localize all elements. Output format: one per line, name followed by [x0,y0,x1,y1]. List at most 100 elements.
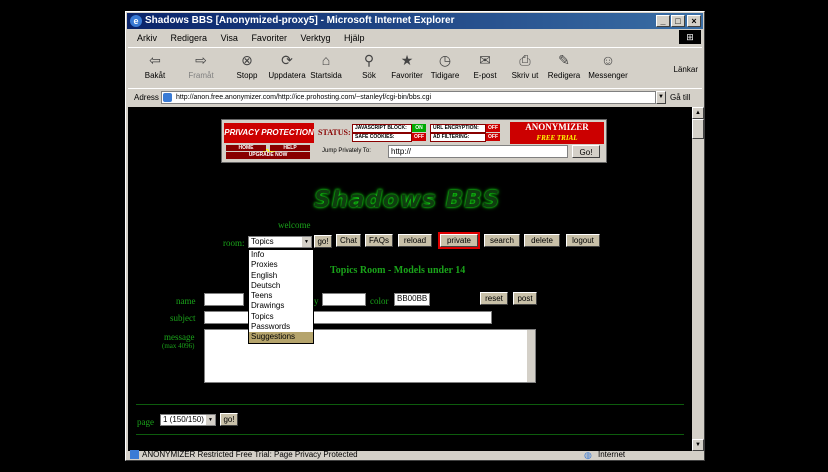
js-block-label: JAVASCRIPT BLOCK: [352,124,412,133]
email-input[interactable] [322,293,366,306]
jump-input[interactable]: http:// [388,145,568,158]
chevron-down-icon: ▼ [206,415,215,425]
divider [136,434,684,435]
back-icon: ⇦ [149,52,161,68]
zone-text: Internet [598,450,626,459]
room-option-teens[interactable]: Teens [249,291,313,301]
email-label: y [314,296,319,306]
js-block-state: ON [412,124,426,132]
back-button[interactable]: ⇦ Bakåt [132,50,178,86]
banner-home-button[interactable]: HOME [226,145,266,151]
globe-icon: ◍ [584,450,592,460]
mail-icon: ✉ [479,52,491,68]
ie-logo-icon: e [130,15,142,27]
anonymizer-logo[interactable]: ANONYMIZER FREE TRIAL [510,122,604,144]
ad-state: OFF [486,133,500,141]
edit-button[interactable]: ✎ Redigera [541,50,587,86]
jump-go-button[interactable]: Go! [572,145,600,158]
print-icon: ⎙ [519,52,531,68]
room-option-suggestions[interactable]: Suggestions [249,332,313,343]
toolbar: ⇦ Bakåt ⇨ Framåt ⊗ Stopp ⟳ Uppdatera ⌂ Starts… [128,47,702,89]
url-encryption-label: URL ENCRYPTION: [430,124,486,133]
page-select[interactable]: 1 (150/150) ▼ [160,414,216,426]
chat-button[interactable]: Chat [336,234,361,247]
room-option-english[interactable]: English [249,271,313,281]
close-button[interactable]: × [687,15,701,27]
delete-button[interactable]: delete [524,234,560,247]
room-select[interactable]: Topics ▼ [248,236,312,248]
privacy-protection-badge: PRIVACY PROTECTION ON [224,123,314,157]
messenger-icon: ☺ [600,52,616,68]
window-title: Shadows BBS [Anonymized-proxy5] - Micros… [145,15,455,26]
scroll-thumb[interactable] [692,119,704,139]
search-icon: ⚲ [363,52,375,68]
room-option-proxies[interactable]: Proxies [249,260,313,270]
room-option-topics[interactable]: Topics [249,312,313,322]
forward-icon: ⇨ [195,52,207,68]
forward-button[interactable]: ⇨ Framåt [178,50,224,86]
menu-visa[interactable]: Visa [221,33,238,43]
page-label: page [137,417,154,427]
anonymizer-banner: PRIVACY PROTECTION ON STATUS: JAVASCRIPT… [221,119,607,163]
status-text: ANONYMIZER Restricted Free Trial: Page P… [142,450,358,459]
name-label: name [176,296,196,306]
page-go-button[interactable]: go! [220,413,238,426]
room-option-drawings[interactable]: Drawings [249,301,313,311]
subject-label: subject [170,313,196,323]
browser-window: e Shadows BBS [Anonymized-proxy5] - Micr… [125,11,705,461]
reload-button[interactable]: reload [398,234,432,247]
scroll-up-icon[interactable]: ▲ [692,107,704,119]
menu-verktyg[interactable]: Verktyg [300,33,330,43]
room-title: Topics Room - Models under 14 [330,265,466,276]
faqs-button[interactable]: FAQs [365,234,393,247]
reset-button[interactable]: reset [480,292,508,305]
page-content: PRIVACY PROTECTION ON STATUS: JAVASCRIPT… [128,107,692,451]
logout-button[interactable]: logout [566,234,600,247]
menu-redigera[interactable]: Redigera [171,33,208,43]
windows-logo-icon: ⊞ [679,30,701,44]
menu-favoriter[interactable]: Favoriter [251,33,287,43]
status-label: STATUS: [318,128,351,137]
title-bar: e Shadows BBS [Anonymized-proxy5] - Micr… [127,13,703,29]
room-option-deutsch[interactable]: Deutsch [249,281,313,291]
maximize-button[interactable]: □ [671,15,685,27]
room-option-info[interactable]: Info [249,250,313,260]
name-input[interactable] [204,293,244,306]
favorites-icon: ★ [400,52,414,68]
stop-icon: ⊗ [241,52,253,68]
jump-label: Jump Privately To: [322,148,371,154]
room-go-button[interactable]: go! [314,235,332,248]
ad-filtering-label: AD FILTERING: [430,133,486,142]
address-dropdown-icon[interactable]: ▼ [656,91,666,104]
private-button[interactable]: private [438,232,480,249]
messenger-button[interactable]: ☺ Messenger [585,50,631,86]
menu-hjalp[interactable]: Hjälp [344,33,365,43]
message-scrollbar[interactable] [527,330,535,382]
address-input[interactable]: http://anon.free.anonymizer.com/http://i… [161,91,656,104]
color-input[interactable]: BB00BB [394,293,430,306]
vertical-scrollbar[interactable]: ▲ ▼ [692,107,704,451]
menu-arkiv[interactable]: Arkiv [137,33,157,43]
safe-cookies-label: SAFE COOKIES: [352,133,412,142]
welcome-text: welcome [278,220,311,230]
status-panel: JAVASCRIPT BLOCK: ON SAFE COOKIES: OFF U… [352,123,504,143]
upgrade-now-button[interactable]: UPGRADE NOW [226,152,310,159]
home-icon: ⌂ [321,52,331,68]
message-max-label: (max 4096) [162,342,195,350]
post-button[interactable]: post [513,292,537,305]
home-button[interactable]: ⌂ Startsida [303,50,349,86]
links-button[interactable]: Länkar [674,65,698,74]
minimize-button[interactable]: _ [656,15,670,27]
bbs-logo: Shadows BBS [314,187,501,213]
go-button[interactable]: Gå till [670,93,690,102]
room-dropdown-list: Info Proxies English Deutsch Teens Drawi… [248,249,314,344]
room-option-passwords[interactable]: Passwords [249,322,313,332]
page-icon [163,93,172,102]
divider [136,404,684,405]
page-status-icon [130,450,139,459]
history-icon: ◷ [438,52,452,68]
banner-help-button[interactable]: HELP [270,145,310,151]
search-button[interactable]: search [484,234,520,247]
cookies-state: OFF [412,133,426,141]
address-label: Adress [134,93,159,102]
